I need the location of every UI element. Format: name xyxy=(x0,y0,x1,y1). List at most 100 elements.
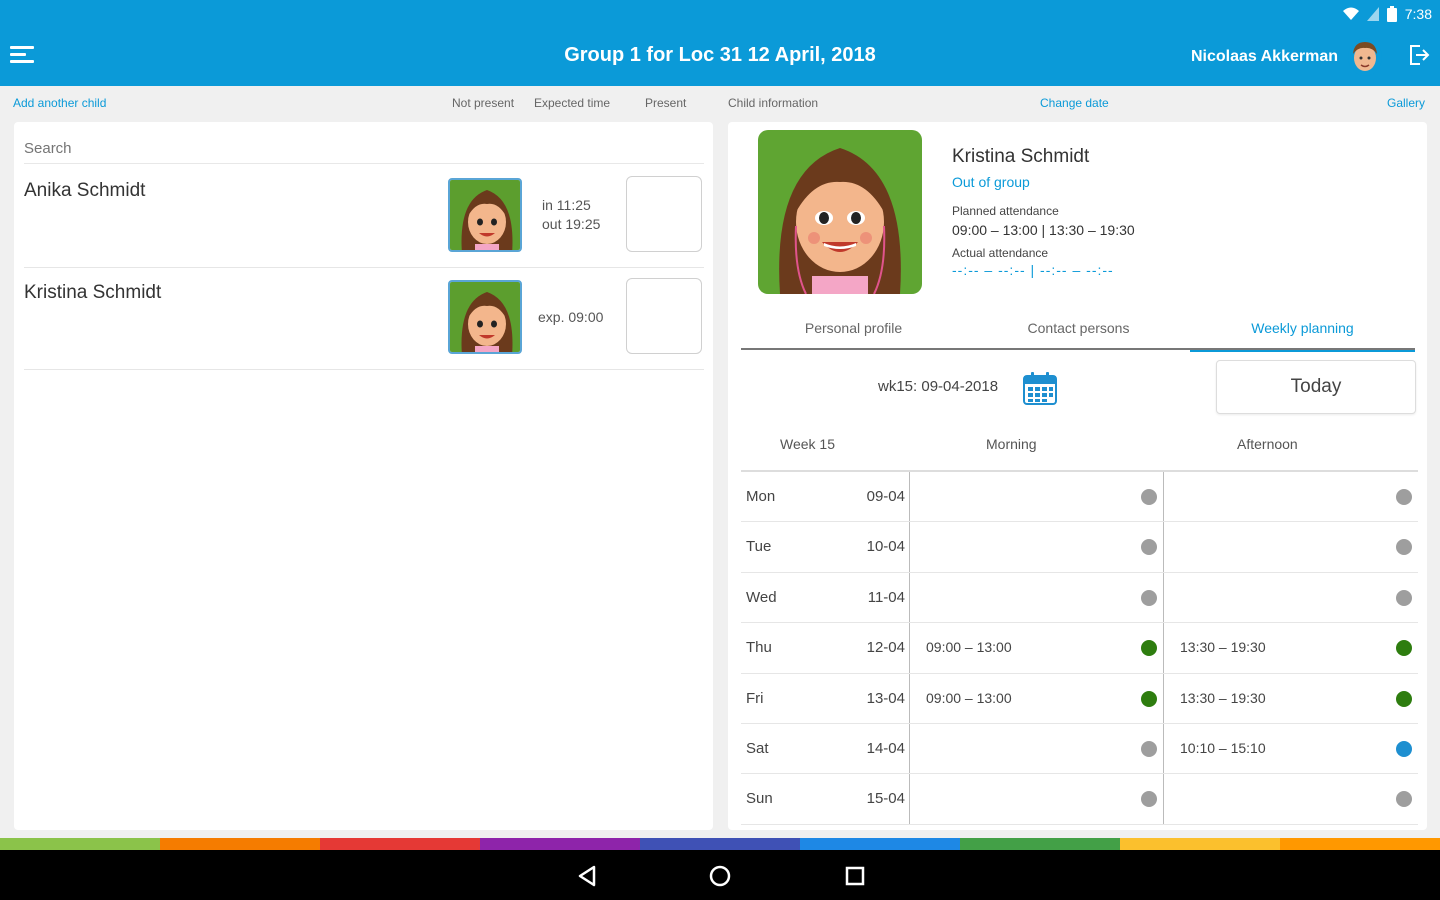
child-name: Kristina Schmidt xyxy=(24,282,162,303)
planning-row: Sun 15-04 xyxy=(741,774,1418,825)
planning-day: Sat xyxy=(746,739,769,757)
afternoon-status-dot[interactable] xyxy=(1396,489,1412,505)
planning-row: Sat 14-04 10:10 – 15:10 xyxy=(741,723,1418,775)
wifi-icon xyxy=(1342,7,1359,20)
change-date-link[interactable]: Change date xyxy=(1040,96,1109,110)
menu-icon[interactable] xyxy=(10,46,34,66)
afternoon-status-dot[interactable] xyxy=(1396,640,1412,657)
child-list-item[interactable]: Kristina Schmidt exp. 09:00 xyxy=(24,268,704,370)
planning-row: Thu 12-04 09:00 – 13:00 13:30 – 19:30 xyxy=(741,623,1418,674)
search-input[interactable] xyxy=(24,134,704,164)
planning-date: 12-04 xyxy=(866,639,905,657)
planning-date: 14-04 xyxy=(866,739,905,757)
weekly-planning-table: Mon 09-04 Tue 10-04 Wed 11-04 Thu 12-04 09:00 – … xyxy=(741,470,1418,825)
column-divider xyxy=(909,472,910,522)
column-divider xyxy=(1163,623,1164,673)
user-name: Nicolaas Akkerman xyxy=(1190,48,1338,65)
column-divider xyxy=(909,774,910,824)
child-expected-time: exp. 09:00 xyxy=(538,309,604,325)
out-of-group-link[interactable]: Out of group xyxy=(952,174,1030,190)
children-panel: Anika Schmidt in 11:25 out 19:25 Kristin… xyxy=(14,122,713,830)
status-time: 7:38 xyxy=(1404,6,1432,22)
column-divider xyxy=(909,623,910,673)
morning-status-dot[interactable] xyxy=(1141,740,1157,757)
back-icon[interactable] xyxy=(574,863,600,889)
planning-day: Wed xyxy=(746,588,777,606)
tab-personal-profile[interactable]: Personal profile xyxy=(741,320,966,350)
afternoon-status-dot[interactable] xyxy=(1396,740,1412,757)
morning-time[interactable]: 09:00 – 13:00 xyxy=(926,639,1012,655)
planning-row: Tue 10-04 xyxy=(741,522,1418,573)
morning-status-dot[interactable] xyxy=(1141,640,1157,657)
morning-header: Morning xyxy=(986,436,1037,452)
user-avatar xyxy=(1348,38,1382,76)
afternoon-time[interactable]: 13:30 – 19:30 xyxy=(1180,639,1266,655)
recents-icon[interactable] xyxy=(842,863,868,889)
afternoon-status-dot[interactable] xyxy=(1396,791,1412,808)
morning-status-dot[interactable] xyxy=(1141,791,1157,808)
column-divider xyxy=(1163,522,1164,572)
child-list-item[interactable]: Anika Schmidt in 11:25 out 19:25 xyxy=(24,166,704,268)
signal-icon xyxy=(1366,7,1379,21)
planning-date: 13-04 xyxy=(866,689,905,707)
afternoon-status-dot[interactable] xyxy=(1396,589,1412,606)
morning-status-dot[interactable] xyxy=(1141,539,1157,556)
not-present-header: Not present xyxy=(452,96,515,110)
afternoon-status-dot[interactable] xyxy=(1396,539,1412,556)
actual-attendance-value[interactable]: --:-- – --:-- | --:-- – --:-- xyxy=(952,262,1114,278)
calendar-icon[interactable] xyxy=(1022,370,1058,406)
morning-time[interactable]: 09:00 – 13:00 xyxy=(926,690,1012,706)
child-photo xyxy=(758,130,922,294)
rainbow-segment xyxy=(320,838,480,850)
planning-row: Fri 13-04 09:00 – 13:00 13:30 – 19:30 xyxy=(741,673,1418,724)
actual-attendance-label: Actual attendance xyxy=(952,246,1049,260)
planned-attendance-label: Planned attendance xyxy=(952,204,1059,218)
child-information-header: Child information xyxy=(728,96,819,110)
afternoon-status-dot[interactable] xyxy=(1396,690,1412,707)
user-profile[interactable]: Nicolaas Akkerman xyxy=(1191,38,1382,76)
afternoon-header: Afternoon xyxy=(1237,436,1298,452)
add-child-link[interactable]: Add another child xyxy=(13,96,106,110)
child-name: Anika Schmidt xyxy=(24,180,146,201)
week-header: Week 15 xyxy=(780,436,835,452)
planned-attendance-value: 09:00 – 13:00 | 13:30 – 19:30 xyxy=(952,222,1135,238)
column-divider xyxy=(909,522,910,572)
expected-time-header: Expected time xyxy=(534,96,611,110)
child-avatar xyxy=(448,178,522,252)
tab-contact-persons[interactable]: Contact persons xyxy=(966,320,1191,350)
column-divider xyxy=(1163,472,1164,522)
system-nav-bar xyxy=(0,850,1440,900)
rainbow-segment xyxy=(1120,838,1280,850)
battery-icon xyxy=(1386,6,1397,22)
morning-status-dot[interactable] xyxy=(1141,489,1157,505)
today-button[interactable]: Today xyxy=(1216,360,1416,414)
column-divider xyxy=(1163,774,1164,824)
planning-date: 11-04 xyxy=(867,588,905,606)
planning-date: 09-04 xyxy=(866,488,905,505)
rainbow-segment xyxy=(800,838,960,850)
afternoon-time[interactable]: 13:30 – 19:30 xyxy=(1180,690,1266,706)
logout-icon[interactable] xyxy=(1408,44,1430,66)
status-bar: 7:38 xyxy=(1342,4,1432,24)
planning-day: Fri xyxy=(746,689,764,707)
child-avatar xyxy=(448,280,522,354)
morning-status-dot[interactable] xyxy=(1141,690,1157,707)
morning-status-dot[interactable] xyxy=(1141,589,1157,606)
column-divider xyxy=(1163,723,1164,774)
planning-row: Wed 11-04 xyxy=(741,572,1418,624)
child-time-in: in 11:25 xyxy=(542,197,591,213)
rainbow-segment xyxy=(0,838,160,850)
rainbow-segment xyxy=(960,838,1120,850)
present-checkbox[interactable] xyxy=(626,278,702,354)
week-selector[interactable]: wk15: 09-04-2018 xyxy=(878,378,998,395)
rainbow-segment xyxy=(160,838,320,850)
gallery-link[interactable]: Gallery xyxy=(1387,96,1425,110)
present-checkbox[interactable] xyxy=(626,176,702,252)
afternoon-time[interactable]: 10:10 – 15:10 xyxy=(1180,740,1266,756)
column-divider xyxy=(909,723,910,774)
child-time-out: out 19:25 xyxy=(542,216,601,232)
planning-row: Mon 09-04 xyxy=(741,472,1418,523)
planning-date: 10-04 xyxy=(866,538,905,556)
home-icon[interactable] xyxy=(707,863,733,889)
tab-weekly-planning[interactable]: Weekly planning xyxy=(1190,320,1415,352)
